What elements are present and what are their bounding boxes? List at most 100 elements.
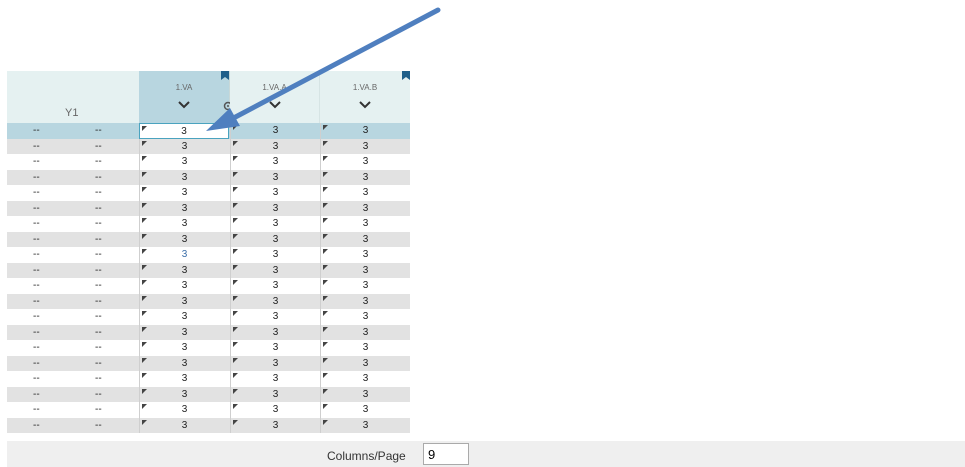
value-cell[interactable]: 3 <box>230 386 320 402</box>
value-cell[interactable]: 3 <box>320 278 410 294</box>
value-cell[interactable]: 3 <box>230 123 320 139</box>
table-row[interactable]: -- -- 3 3 3 <box>7 386 410 402</box>
value-cell[interactable]: 3 <box>320 185 410 201</box>
columns-per-page-input[interactable] <box>423 443 469 465</box>
value-text: 3 <box>181 233 188 245</box>
value-cell[interactable]: 3 <box>139 123 229 139</box>
value-cell[interactable]: 3 <box>230 324 320 340</box>
value-cell[interactable]: 3 <box>230 247 320 263</box>
cell-marker-icon <box>233 280 238 285</box>
bookmark-icon[interactable] <box>402 71 410 80</box>
value-cell[interactable]: 3 <box>230 293 320 309</box>
value-cell[interactable]: 3 <box>139 262 229 278</box>
value-cell[interactable]: 3 <box>230 231 320 247</box>
table-row[interactable]: -- -- 3 3 3 <box>7 169 410 185</box>
value-cell[interactable]: 3 <box>230 200 320 216</box>
value-cell[interactable]: 3 <box>139 402 229 418</box>
value-cell[interactable]: 3 <box>230 402 320 418</box>
table-row[interactable]: -- -- 3 3 3 <box>7 200 410 216</box>
value-cell[interactable]: 3 <box>139 324 229 340</box>
value-text: 3 <box>362 404 369 415</box>
table-row[interactable]: -- -- 3 3 3 <box>7 371 410 387</box>
value-cell[interactable]: 3 <box>320 216 410 232</box>
row-header-cell: Y1 <box>7 71 139 123</box>
cell-marker-icon <box>323 125 328 130</box>
value-text: 3 <box>272 187 279 198</box>
value-cell[interactable]: 3 <box>320 247 410 263</box>
value-cell[interactable]: 3 <box>320 154 410 170</box>
value-cell[interactable]: 3 <box>320 293 410 309</box>
table-row[interactable]: -- -- 3 3 3 <box>7 262 410 278</box>
table-row[interactable]: -- -- 3 3 3 <box>7 324 410 340</box>
value-cell[interactable]: 3 <box>320 231 410 247</box>
value-cell[interactable]: 3 <box>230 262 320 278</box>
value-cell[interactable]: 3 <box>230 138 320 154</box>
value-cell[interactable]: 3 <box>230 278 320 294</box>
table-row[interactable]: -- -- 3 3 3 <box>7 154 410 170</box>
value-text: 3 <box>181 388 188 400</box>
value-cell[interactable]: 3 <box>139 185 229 201</box>
chevron-down-icon[interactable] <box>178 101 190 109</box>
table-row[interactable]: -- -- 3 3 3 <box>7 216 410 232</box>
column-header-2[interactable]: 1.VA.A <box>230 71 320 123</box>
table-row[interactable]: -- -- 3 3 3 <box>7 402 410 418</box>
value-cell[interactable]: 3 <box>320 340 410 356</box>
value-cell[interactable]: 3 <box>320 262 410 278</box>
value-text: 3 <box>362 202 369 214</box>
value-cell[interactable]: 3 <box>230 154 320 170</box>
value-cell[interactable]: 3 <box>139 309 229 325</box>
table-row[interactable]: -- -- 3 3 3 <box>7 231 410 247</box>
value-cell[interactable]: 3 <box>320 123 410 139</box>
table-row[interactable]: -- -- 3 3 3 <box>7 138 410 154</box>
value-cell[interactable]: 3 <box>230 309 320 325</box>
value-cell[interactable]: 3 <box>139 417 229 433</box>
value-cell[interactable]: 3 <box>230 355 320 371</box>
value-cell[interactable]: 3 <box>230 216 320 232</box>
value-cell[interactable]: 3 <box>320 324 410 340</box>
value-cell[interactable]: 3 <box>320 402 410 418</box>
cell-marker-icon <box>323 419 328 425</box>
value-cell[interactable]: 3 <box>139 138 229 154</box>
value-cell[interactable]: 3 <box>230 340 320 356</box>
value-cell[interactable]: 3 <box>139 340 229 356</box>
value-cell[interactable]: 3 <box>230 185 320 201</box>
column-header-1[interactable]: 1.VA <box>139 71 233 123</box>
value-cell[interactable]: 3 <box>139 169 229 185</box>
value-cell[interactable]: 3 <box>139 386 229 402</box>
table-row[interactable]: -- -- 3 3 3 <box>7 340 410 356</box>
value-cell[interactable]: 3 <box>139 371 229 387</box>
value-cell[interactable]: 3 <box>230 169 320 185</box>
table-row[interactable]: -- -- 3 3 3 <box>7 247 410 263</box>
table-row[interactable]: -- -- 3 3 3 <box>7 355 410 371</box>
value-cell[interactable]: 3 <box>139 278 229 294</box>
table-row[interactable]: -- -- 3 3 3 <box>7 293 410 309</box>
value-cell[interactable]: 3 <box>230 417 320 433</box>
value-cell[interactable]: 3 <box>139 154 229 170</box>
chevron-down-icon[interactable] <box>268 101 281 109</box>
value-cell[interactable]: 3 <box>139 231 229 247</box>
table-row[interactable]: -- -- 3 3 3 <box>7 278 410 294</box>
value-cell[interactable]: 3 <box>320 309 410 325</box>
value-cell[interactable]: 3 <box>320 371 410 387</box>
value-cell[interactable]: 3 <box>139 200 229 216</box>
value-cell[interactable]: 3 <box>320 138 410 154</box>
value-cell[interactable]: 3 <box>320 417 410 433</box>
value-cell[interactable]: 3 <box>139 293 229 309</box>
value-cell[interactable]: 3 <box>320 200 410 216</box>
bookmark-icon[interactable] <box>221 71 229 80</box>
column-header-3[interactable]: 1.VA.B <box>320 71 410 123</box>
column-header-label: 1.VA.B <box>352 83 378 92</box>
value-cell[interactable]: 3 <box>230 371 320 387</box>
value-cell[interactable]: 3 <box>139 247 229 263</box>
value-cell[interactable]: 3 <box>320 169 410 185</box>
chevron-down-icon[interactable] <box>359 101 371 109</box>
value-cell[interactable]: 3 <box>320 386 410 402</box>
value-text: 3 <box>272 419 279 431</box>
table-row[interactable]: -- -- 3 3 3 <box>7 309 410 325</box>
table-row[interactable]: -- -- 3 3 3 <box>7 123 410 139</box>
value-cell[interactable]: 3 <box>320 355 410 371</box>
value-cell[interactable]: 3 <box>139 355 229 371</box>
table-row[interactable]: -- -- 3 3 3 <box>7 417 410 433</box>
table-row[interactable]: -- -- 3 3 3 <box>7 185 410 201</box>
value-cell[interactable]: 3 <box>139 216 229 232</box>
